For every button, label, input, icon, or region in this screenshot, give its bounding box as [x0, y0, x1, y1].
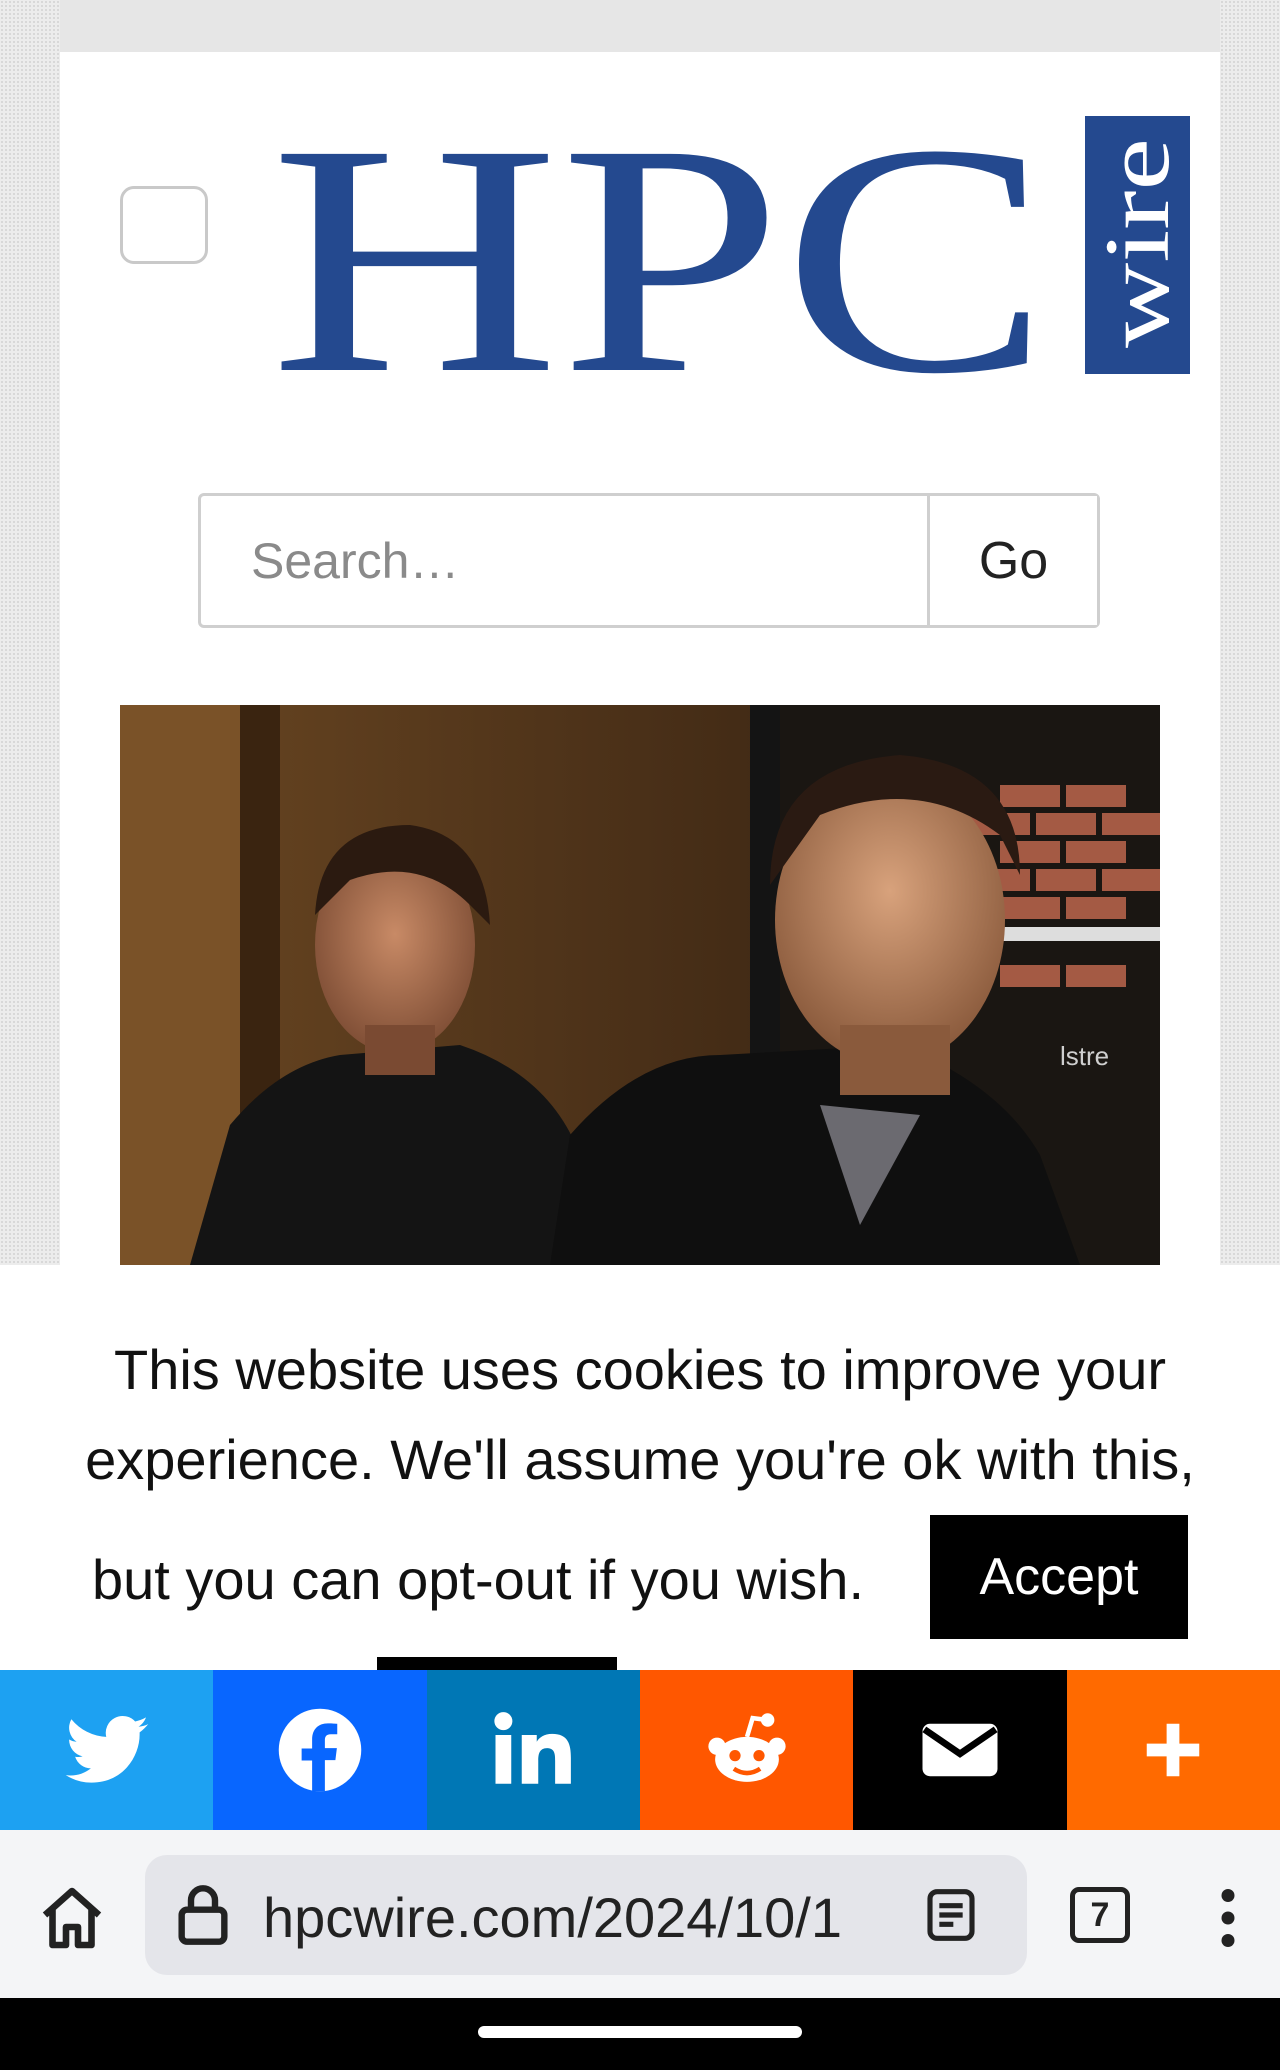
home-icon[interactable] — [36, 1882, 108, 1954]
browser-toolbar: hpcwire.com/2024/10/1 7 — [0, 1830, 1280, 1998]
menu-toggle-checkbox[interactable] — [120, 186, 208, 264]
cookie-consent-banner: This website uses cookies to improve you… — [0, 1265, 1280, 1671]
svg-text:wire: wire — [1086, 138, 1188, 348]
share-twitter-button[interactable] — [0, 1670, 214, 1830]
cookie-message-line2: experience. We'll assume you're ok with … — [85, 1428, 1195, 1491]
top-strip — [60, 0, 1220, 52]
cookie-message-line1: This website uses cookies to improve you… — [114, 1338, 1166, 1401]
more-options-icon[interactable] — [1218, 1888, 1238, 1948]
hpcwire-logo[interactable]: HPC wire — [270, 108, 1195, 380]
svg-text:lstre: lstre — [1060, 1041, 1109, 1071]
reddit-icon — [708, 1713, 786, 1782]
share-facebook-button[interactable] — [213, 1670, 427, 1830]
search-form: Go — [198, 493, 1100, 628]
lock-icon[interactable] — [175, 1883, 231, 1947]
system-navigation-bar — [0, 1998, 1280, 2070]
share-linkedin-button[interactable] — [426, 1670, 640, 1830]
cookie-accept-button[interactable]: Accept — [930, 1515, 1188, 1639]
tab-switcher-button[interactable]: 7 — [1070, 1887, 1130, 1943]
address-bar[interactable]: hpcwire.com/2024/10/1 — [145, 1855, 1027, 1975]
page-column: HPC wire Go — [60, 0, 1220, 1265]
linkedin-icon — [494, 1712, 572, 1784]
share-more-button[interactable] — [1066, 1670, 1280, 1830]
url-text[interactable]: hpcwire.com/2024/10/1 — [263, 1885, 913, 1951]
twitter-icon — [65, 1715, 148, 1783]
partially-hidden-element — [377, 1657, 617, 1671]
home-gesture-pill[interactable] — [478, 2026, 802, 2038]
plus-icon — [1147, 1723, 1200, 1777]
article-hero-photo[interactable]: lstre — [120, 705, 1160, 1265]
reader-mode-icon[interactable] — [923, 1887, 979, 1943]
share-email-button[interactable] — [853, 1670, 1067, 1830]
social-share-bar — [0, 1670, 1280, 1830]
search-input[interactable] — [201, 496, 927, 625]
facebook-icon — [278, 1708, 362, 1792]
email-icon — [922, 1723, 998, 1777]
svg-text:HPC: HPC — [270, 108, 1050, 380]
search-go-button[interactable]: Go — [927, 496, 1097, 625]
share-reddit-button[interactable] — [639, 1670, 854, 1830]
